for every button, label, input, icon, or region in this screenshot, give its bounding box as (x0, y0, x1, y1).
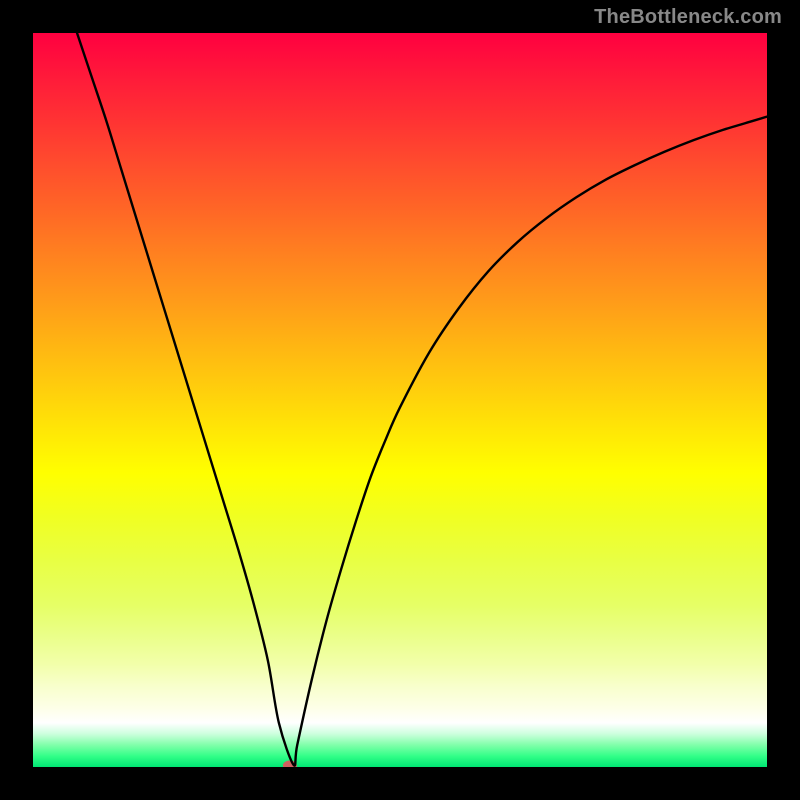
curve-svg (33, 33, 767, 767)
plot-area (33, 33, 767, 767)
watermark-text: TheBottleneck.com (594, 6, 782, 29)
bottleneck-curve (77, 33, 767, 766)
chart-frame: TheBottleneck.com (0, 0, 800, 800)
